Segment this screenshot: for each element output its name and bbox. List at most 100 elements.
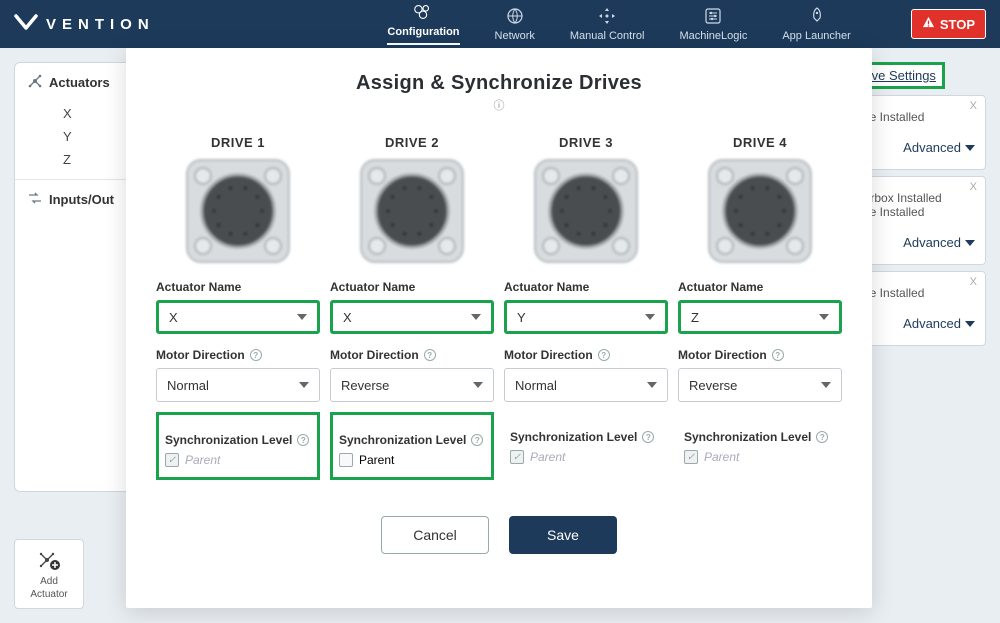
motor-direction-label: Motor Direction ?	[504, 348, 668, 362]
help-icon[interactable]: ?	[642, 431, 654, 443]
actuator-name-label: Actuator Name	[678, 280, 842, 294]
parent-checkbox-row: ✓ Parent	[510, 450, 662, 464]
modal-title: Assign & Synchronize Drives	[156, 72, 842, 95]
motor-direction-label: Motor Direction ?	[678, 348, 842, 362]
cancel-button[interactable]: Cancel	[381, 516, 489, 554]
chevron-down-icon	[471, 314, 481, 320]
checkbox-icon	[339, 453, 353, 467]
drive-column: DRIVE 4 Actuator Name Z Motor Direction …	[678, 135, 842, 480]
help-icon[interactable]: ?	[772, 349, 784, 361]
parent-label: Parent	[185, 453, 220, 467]
drive-column: DRIVE 3 Actuator Name Y Motor Direction …	[504, 135, 668, 480]
parent-checkbox-row: ✓ Parent	[684, 450, 836, 464]
globe-icon	[506, 7, 524, 28]
motor-direction-select[interactable]: Reverse	[678, 368, 842, 402]
actuator-name-select[interactable]: Y	[504, 300, 668, 334]
modal-actions: Cancel Save	[156, 516, 842, 554]
parent-label: Parent	[704, 450, 739, 464]
sync-group: Synchronization Level ? ✓ Parent	[156, 412, 320, 480]
brand-text: VENTION	[46, 16, 155, 33]
drive-column: DRIVE 2 Actuator Name X Motor Direction …	[330, 135, 494, 480]
chevron-down-icon	[819, 314, 829, 320]
actuator-name-select[interactable]: Z	[678, 300, 842, 334]
nav-label: App Launcher	[782, 30, 851, 42]
sync-level-label: Synchronization Level ?	[165, 433, 311, 447]
checkbox-icon: ✓	[165, 453, 179, 467]
nav-label: MachineLogic	[679, 30, 747, 42]
save-button[interactable]: Save	[509, 516, 617, 554]
warning-icon	[922, 16, 935, 32]
connector-icon	[183, 156, 293, 266]
select-value: Normal	[167, 378, 209, 393]
app-header: VENTION Configuration Network Manual Con…	[0, 0, 1000, 48]
help-icon[interactable]: ?	[424, 349, 436, 361]
config-line: ake Installed	[857, 286, 975, 300]
actuator-name-select[interactable]: X	[156, 300, 320, 334]
nav-label: Configuration	[387, 26, 459, 38]
parent-checkbox-row[interactable]: Parent	[339, 453, 485, 467]
sync-group: Synchronization Level ? Parent	[330, 412, 494, 480]
drive-title: DRIVE 4	[678, 135, 842, 150]
actuator-name-label: Actuator Name	[156, 280, 320, 294]
add-label: Actuator	[30, 589, 67, 600]
advanced-toggle[interactable]: Advanced	[857, 235, 975, 250]
help-icon[interactable]: ⓘ	[156, 97, 842, 113]
actuator-name-select[interactable]: X	[330, 300, 494, 334]
chevron-down-icon	[299, 382, 309, 388]
chevron-down-icon	[821, 382, 831, 388]
help-icon[interactable]: ?	[816, 431, 828, 443]
drive-title: DRIVE 2	[330, 135, 494, 150]
help-icon[interactable]: ?	[598, 349, 610, 361]
connector-icon	[531, 156, 641, 266]
help-icon[interactable]: ?	[250, 349, 262, 361]
help-icon[interactable]: ?	[471, 434, 483, 446]
motor-direction-select[interactable]: Normal	[156, 368, 320, 402]
chevron-down-icon	[965, 145, 975, 151]
sync-level-label: Synchronization Level ?	[684, 430, 836, 444]
nav-manual-control[interactable]: Manual Control	[570, 7, 645, 42]
actuator-name-label: Actuator Name	[330, 280, 494, 294]
select-value: Normal	[515, 378, 557, 393]
nav-machinelogic[interactable]: MachineLogic	[679, 7, 747, 42]
select-value: X	[169, 310, 178, 325]
config-line: earbox Installed	[857, 191, 975, 205]
drive-title: DRIVE 1	[156, 135, 320, 150]
chevron-down-icon	[965, 240, 975, 246]
add-actuator-icon	[36, 549, 62, 574]
stop-button[interactable]: STOP	[911, 9, 986, 39]
nav-configuration[interactable]: Configuration	[387, 3, 459, 45]
add-actuator-button[interactable]: Add Actuator	[14, 539, 84, 609]
checkbox-icon: ✓	[684, 450, 698, 464]
chevron-down-icon	[965, 321, 975, 327]
add-label: Add	[40, 576, 58, 587]
close-icon[interactable]: X	[970, 276, 977, 288]
chevron-down-icon	[297, 314, 307, 320]
actuator-name-label: Actuator Name	[504, 280, 668, 294]
stop-label: STOP	[940, 17, 975, 32]
drive-title: DRIVE 3	[504, 135, 668, 150]
motor-direction-label: Motor Direction ?	[156, 348, 320, 362]
drives-row: DRIVE 1 Actuator Name X Motor Direction …	[156, 135, 842, 480]
advanced-toggle[interactable]: Advanced	[857, 316, 975, 331]
motor-direction-select[interactable]: Normal	[504, 368, 668, 402]
brand-chevron-icon	[14, 14, 38, 34]
help-icon[interactable]: ?	[297, 434, 309, 446]
close-icon[interactable]: X	[970, 100, 977, 112]
close-icon[interactable]: X	[970, 181, 977, 193]
nav-label: Network	[495, 30, 535, 42]
select-value: X	[343, 310, 352, 325]
drive-column: DRIVE 1 Actuator Name X Motor Direction …	[156, 135, 320, 480]
chevron-down-icon	[473, 382, 483, 388]
motor-direction-select[interactable]: Reverse	[330, 368, 494, 402]
select-value: Reverse	[341, 378, 389, 393]
sync-level-label: Synchronization Level ?	[339, 433, 485, 447]
nav-network[interactable]: Network	[495, 7, 535, 42]
nav-app-launcher[interactable]: App Launcher	[782, 7, 851, 42]
parent-label: Parent	[530, 450, 565, 464]
connector-icon	[705, 156, 815, 266]
assign-drives-modal: Assign & Synchronize Drives ⓘ DRIVE 1 Ac…	[126, 48, 872, 608]
advanced-toggle[interactable]: Advanced	[857, 140, 975, 155]
sync-group: Synchronization Level ? ✓ Parent	[678, 412, 842, 474]
parent-label: Parent	[359, 453, 394, 467]
nav-label: Manual Control	[570, 30, 645, 42]
